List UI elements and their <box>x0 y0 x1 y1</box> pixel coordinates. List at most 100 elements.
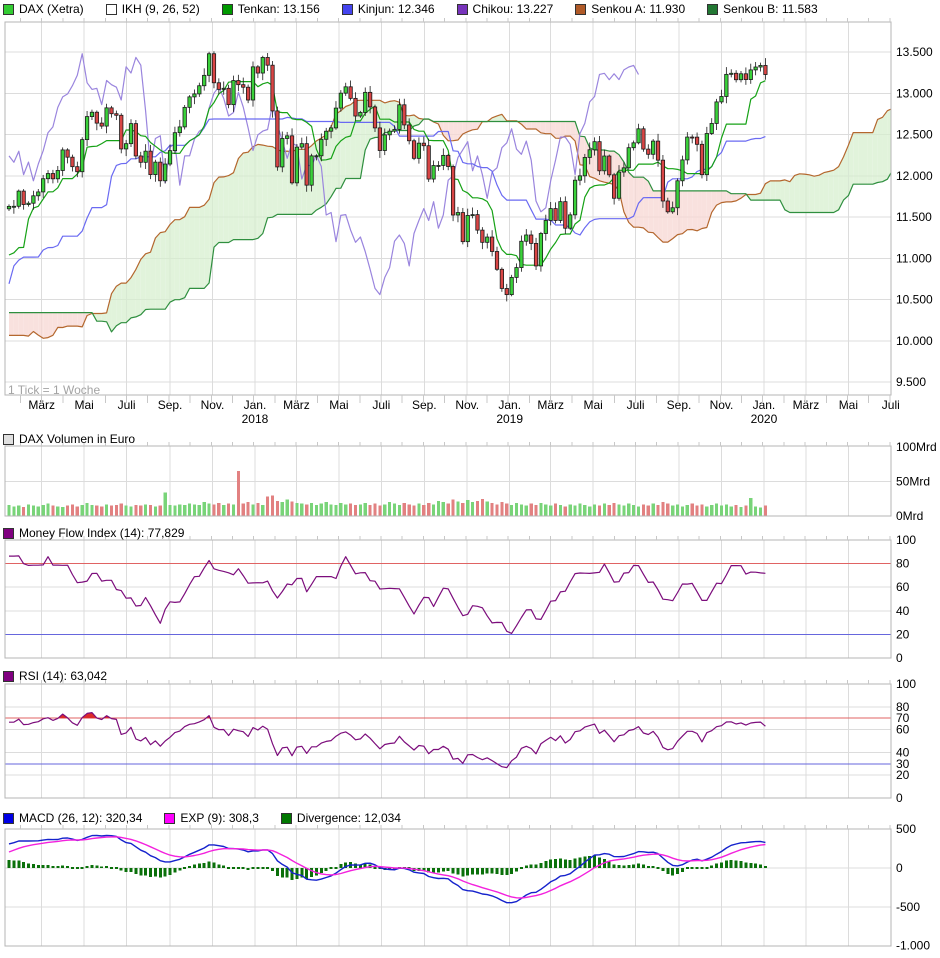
volume-axis-labels: 100Mrd50Mrd0Mrd <box>896 440 937 523</box>
legend-item-senkou-b[interactable]: Senkou B: 11.583 <box>707 2 818 16</box>
legend-item-senkou-a[interactable]: Senkou A: 11.930 <box>575 2 685 16</box>
svg-text:2020: 2020 <box>751 412 778 426</box>
month-ticks <box>20 680 889 684</box>
legend-item-label: Senkou A: 11.930 <box>591 2 685 16</box>
legend-item-label: Kinjun: 12.346 <box>358 2 435 16</box>
price-grid <box>42 22 891 395</box>
legend-item-label: DAX (Xetra) <box>19 2 84 16</box>
month-ticks <box>20 825 889 829</box>
svg-text:März: März <box>793 398 820 412</box>
candlestick-series <box>7 51 767 301</box>
svg-text:12.000: 12.000 <box>896 169 933 183</box>
legend-item-label: Chikou: 13.227 <box>473 2 554 16</box>
legend-item-label: MACD (26, 12): 320,34 <box>19 811 142 825</box>
svg-text:0: 0 <box>896 861 903 875</box>
rsi-legend: RSI (14): 63,042 <box>3 669 107 683</box>
svg-text:11.000: 11.000 <box>896 251 932 265</box>
legend-item-label: Senkou B: 11.583 <box>723 2 818 16</box>
svg-text:Sep.: Sep. <box>412 398 437 412</box>
svg-text:2018: 2018 <box>242 412 269 426</box>
legend-item-label: Divergence: 12,034 <box>297 811 401 825</box>
month-ticks <box>20 18 889 22</box>
legend-item-label: Tenkan: 13.156 <box>238 2 320 16</box>
svg-text:13.000: 13.000 <box>896 86 933 100</box>
svg-text:0: 0 <box>896 651 903 665</box>
dax-ichimoku-chart: 13.500 13.000 12.500 12.000 11.500 11.000 10.5… <box>0 0 940 958</box>
svg-text:20: 20 <box>896 627 910 641</box>
svg-text:Juli: Juli <box>882 398 900 412</box>
svg-text:0: 0 <box>896 791 903 805</box>
legend-item-volume[interactable]: DAX Volumen in Euro <box>3 432 135 446</box>
legend-item-tenkan[interactable]: Tenkan: 13.156 <box>222 2 320 16</box>
mfi-axis-labels: 100806040200 <box>896 533 916 665</box>
rsi-swatch-icon <box>3 671 14 682</box>
svg-text:40: 40 <box>896 604 910 618</box>
legend-item-label: Money Flow Index (14): 77,829 <box>19 526 184 540</box>
rsi-overbought-fill <box>46 713 210 719</box>
price-hgrid <box>5 52 891 382</box>
volume-legend: DAX Volumen in Euro <box>3 432 135 446</box>
svg-text:20: 20 <box>896 768 910 782</box>
price-axis-labels: 13.500 13.000 12.500 12.000 11.500 11.000 10.5… <box>896 45 933 389</box>
price-border <box>5 22 891 395</box>
svg-text:9.500: 9.500 <box>896 375 926 389</box>
svg-text:0Mrd: 0Mrd <box>896 509 923 523</box>
svg-text:80: 80 <box>896 557 910 571</box>
legend-item-dax[interactable]: DAX (Xetra) <box>3 2 84 16</box>
svg-text:Jan.: Jan. <box>753 398 776 412</box>
legend-item-label: EXP (9): 308,3 <box>180 811 259 825</box>
legend-item-divergence[interactable]: Divergence: 12,034 <box>281 811 401 825</box>
legend-item-label: RSI (14): 63,042 <box>19 669 107 683</box>
macd-axis-labels: 500 0 -500 -1.000 <box>896 822 930 952</box>
legend-item-macd[interactable]: MACD (26, 12): 320,34 <box>3 811 142 825</box>
legend-item-chikou[interactable]: Chikou: 13.227 <box>457 2 554 16</box>
macd-legend: MACD (26, 12): 320,34 EXP (9): 308,3 Diver… <box>3 811 401 825</box>
svg-text:2019: 2019 <box>496 412 523 426</box>
svg-text:-1.000: -1.000 <box>896 939 930 953</box>
exp-swatch-icon <box>164 813 175 824</box>
macd-grid <box>42 829 891 946</box>
rsi-axis-labels: 1008070604030200 <box>896 677 916 805</box>
legend-item-rsi[interactable]: RSI (14): 63,042 <box>3 669 107 683</box>
legend-item-mfi[interactable]: Money Flow Index (14): 77,829 <box>3 526 184 540</box>
svg-text:Jan.: Jan. <box>498 398 521 412</box>
senkou-b-swatch-icon <box>707 4 718 15</box>
mfi-grid <box>42 540 891 658</box>
rsi-grid <box>42 684 891 798</box>
month-ticks <box>20 442 889 446</box>
volume-swatch-icon <box>3 434 14 445</box>
svg-text:60: 60 <box>896 580 910 594</box>
month-axis-labels: MärzMaiJuliSep.Nov.Jan.2018MärzMaiJuliSe… <box>28 398 899 426</box>
senkou-a-swatch-icon <box>575 4 586 15</box>
svg-text:Nov.: Nov. <box>455 398 479 412</box>
legend-item-ikh[interactable]: IKH (9, 26, 52) <box>106 2 200 16</box>
volume-bars <box>7 471 767 516</box>
svg-text:13.500: 13.500 <box>896 45 933 59</box>
svg-text:12.500: 12.500 <box>896 128 933 142</box>
rsi-line <box>9 713 765 768</box>
macd-swatch-icon <box>3 813 14 824</box>
mfi-line <box>9 556 765 634</box>
svg-text:Mai: Mai <box>839 398 858 412</box>
svg-text:11.500: 11.500 <box>896 210 932 224</box>
svg-text:50Mrd: 50Mrd <box>896 475 930 489</box>
svg-text:10.500: 10.500 <box>896 293 933 307</box>
mfi-border <box>5 540 891 658</box>
ikh-swatch-icon <box>106 4 117 15</box>
svg-text:100: 100 <box>896 677 916 691</box>
legend-item-kinjun[interactable]: Kinjun: 12.346 <box>342 2 435 16</box>
divergence-swatch-icon <box>281 813 292 824</box>
svg-text:500: 500 <box>896 822 916 836</box>
macd-border <box>5 829 891 946</box>
dax-swatch-icon <box>3 4 14 15</box>
svg-text:Sep.: Sep. <box>667 398 692 412</box>
svg-text:-500: -500 <box>896 900 920 914</box>
svg-text:10.000: 10.000 <box>896 334 933 348</box>
tick-note: 1 Tick = 1 Woche <box>8 383 100 397</box>
mfi-swatch-icon <box>3 528 14 539</box>
svg-text:Nov.: Nov. <box>710 398 734 412</box>
legend-item-label: IKH (9, 26, 52) <box>122 2 200 16</box>
mfi-legend: Money Flow Index (14): 77,829 <box>3 526 184 540</box>
rsi-border <box>5 684 891 798</box>
legend-item-exp[interactable]: EXP (9): 308,3 <box>164 811 259 825</box>
